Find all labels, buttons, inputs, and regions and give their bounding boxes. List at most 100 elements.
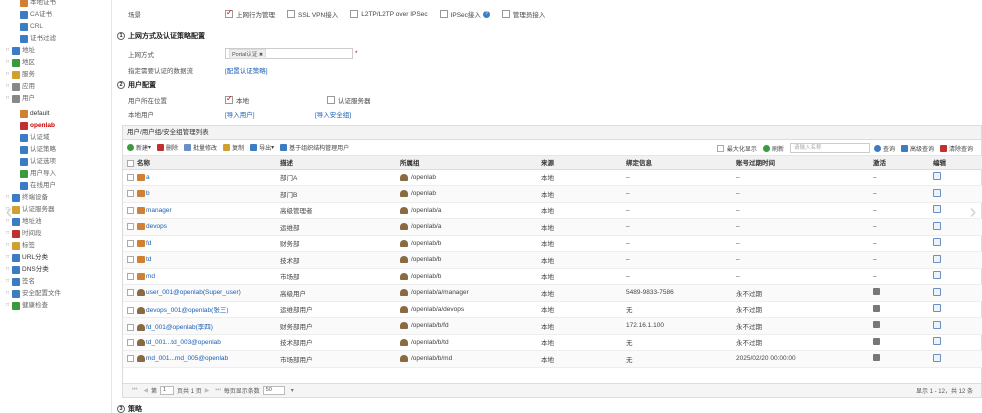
active-status-icon[interactable] (873, 337, 880, 345)
edit-icon[interactable] (933, 353, 941, 362)
edit-icon[interactable] (933, 304, 941, 313)
chevron-left-icon[interactable]: ‹ (2, 200, 16, 224)
table-row[interactable]: user_001@openlab(Super_user) 高级用户/openlab… (123, 284, 982, 302)
location-server-checkbox[interactable] (327, 96, 335, 104)
sidebar-item[interactable]: □ 服务 (6, 69, 35, 80)
active-status-icon[interactable] (873, 321, 880, 329)
sidebar-item[interactable]: □ 时间段 (6, 228, 42, 239)
row-checkbox[interactable] (127, 223, 134, 231)
sidebar-item[interactable]: □ 安全配置文件 (6, 288, 61, 299)
edit-icon[interactable] (933, 271, 941, 280)
clear-query-button[interactable]: 清除查询 (939, 144, 973, 153)
location-local-checkbox[interactable] (225, 94, 233, 104)
edit-icon[interactable] (933, 205, 941, 214)
row-name-link[interactable]: a (146, 174, 150, 181)
import-group-link[interactable]: [导入安全组] (315, 109, 351, 119)
row-name-link[interactable]: user_001@openlab(Super_user) (146, 289, 241, 296)
column-header[interactable]: 名称 (123, 156, 276, 170)
scene-checkbox[interactable] (350, 10, 359, 18)
sidebar-item[interactable]: □ 地址 (6, 45, 35, 56)
row-checkbox[interactable] (127, 239, 134, 247)
scene-checkbox[interactable] (225, 8, 233, 18)
new-button[interactable]: 新建 ▾ (127, 143, 151, 152)
sidebar-item[interactable]: 认证策略 (20, 144, 56, 155)
row-name-link[interactable]: td_001...td_003@openlab (146, 339, 221, 346)
table-row[interactable]: md 市场部/openlab/b 本地 – – – (123, 268, 982, 285)
row-name-link[interactable]: md_001...md_005@openlab (146, 355, 228, 362)
sidebar-item[interactable]: 认证域 (20, 132, 50, 143)
scene-checkbox[interactable] (501, 10, 510, 18)
sidebar-item[interactable]: □ URL分类 (6, 252, 48, 263)
row-checkbox[interactable] (127, 338, 134, 346)
sidebar-item[interactable]: □ DNS分类 (6, 264, 49, 275)
table-row[interactable]: td 技术部/openlab/b 本地 – – – (123, 251, 982, 269)
prev-page-icon[interactable]: ◀ (143, 387, 148, 394)
maximize-toggle[interactable]: 最大化显示 (716, 144, 757, 153)
row-checkbox[interactable] (127, 355, 134, 363)
table-row[interactable]: devops_001@openlab(张三) 运维部用户/openlab/a/de… (123, 301, 982, 318)
table-row[interactable]: fd 财务部/openlab/b 本地 – – – (123, 235, 982, 252)
configure-policy-link[interactable]: [配置认证策略] (225, 65, 268, 75)
first-page-icon[interactable]: ⏮ (132, 387, 137, 394)
access-method-input[interactable]: Portal认证 ✖ (225, 48, 353, 59)
table-row[interactable]: md_001...md_005@openlab 市场部用户/openlab/b/m… (123, 350, 982, 368)
row-name-link[interactable]: devops (146, 223, 167, 230)
advanced-query-button[interactable]: 高级查询 (900, 144, 934, 153)
next-page-icon[interactable]: ▶ (205, 387, 210, 394)
row-name-link[interactable]: md (146, 273, 155, 280)
table-row[interactable]: devops 运维部/openlab/a 本地 – – – (123, 218, 982, 236)
refresh-button[interactable]: 刷新 (762, 144, 784, 153)
edit-icon[interactable] (933, 221, 941, 230)
row-name-link[interactable]: devops_001@openlab(张三) (146, 307, 228, 314)
column-header[interactable]: 激活 (869, 156, 929, 170)
row-checkbox[interactable] (127, 272, 134, 280)
edit-icon[interactable] (933, 172, 941, 181)
help-icon[interactable]: ? (482, 10, 490, 18)
active-status-icon[interactable] (873, 288, 880, 296)
sidebar-item[interactable]: 本地证书 (20, 0, 56, 8)
scene-option[interactable]: SSL VPN接入 (287, 9, 338, 19)
portal-tag[interactable]: Portal认证 ✖ (229, 48, 267, 59)
location-server-option[interactable]: 认证服务器 (327, 95, 371, 105)
edit-icon[interactable] (933, 287, 941, 296)
column-header[interactable]: 绑定信息 (622, 156, 732, 170)
sidebar-item[interactable]: □ 地区 (6, 57, 35, 68)
table-row[interactable]: fd_001@openlab(李四) 财务部用户/openlab/b/fd 本地 17… (123, 317, 982, 335)
sidebar-item[interactable]: openlab (20, 120, 55, 131)
import-user-link[interactable]: [导入用户] (225, 109, 315, 119)
edit-icon[interactable] (933, 320, 941, 329)
sidebar-item[interactable]: □ 签名 (6, 276, 35, 287)
search-input[interactable]: 请输入名称 (789, 143, 870, 153)
row-checkbox[interactable] (127, 289, 134, 297)
table-row[interactable]: a 部门A/openlab 本地 – – – (123, 169, 982, 186)
row-checkbox[interactable] (127, 307, 134, 315)
scene-option[interactable]: 管理员接入 (501, 9, 545, 19)
delete-button[interactable]: 删除 (157, 143, 178, 152)
edit-icon[interactable] (933, 238, 941, 247)
table-row[interactable]: b 部门B/openlab 本地 – – – (123, 185, 982, 203)
row-checkbox[interactable] (127, 256, 134, 264)
maximize-checkbox[interactable] (716, 144, 724, 152)
sidebar-item[interactable]: □ 应用 (6, 81, 35, 92)
sidebar-item[interactable]: CRL (20, 21, 43, 32)
scene-option[interactable]: 上网行为管理 (225, 8, 275, 19)
active-status-icon[interactable] (873, 354, 880, 362)
edit-icon[interactable] (933, 337, 941, 346)
sidebar-item[interactable]: 用户导入 (20, 168, 56, 179)
sidebar-item[interactable]: 在线用户 (20, 180, 56, 191)
scene-option[interactable]: IPSec接入? (439, 9, 490, 19)
row-name-link[interactable]: td (146, 256, 151, 263)
select-all-checkbox[interactable] (127, 160, 134, 168)
page-number-input[interactable]: 1 (160, 386, 175, 395)
per-page-select[interactable]: 50 (262, 386, 285, 395)
column-header[interactable]: 账号过期时间 (732, 156, 869, 170)
sidebar-item[interactable]: CA证书 (20, 9, 52, 20)
export-button[interactable]: 导出 ▾ (250, 143, 274, 152)
row-name-link[interactable]: fd (146, 240, 151, 247)
row-name-link[interactable]: manager (146, 207, 172, 214)
last-page-icon[interactable]: ⏭ (215, 387, 220, 394)
column-header[interactable]: 所属组 (396, 156, 537, 170)
column-header[interactable]: 描述 (276, 156, 396, 170)
sidebar-item[interactable]: 证书过滤 (20, 33, 56, 44)
sidebar-item[interactable]: default (20, 108, 50, 119)
